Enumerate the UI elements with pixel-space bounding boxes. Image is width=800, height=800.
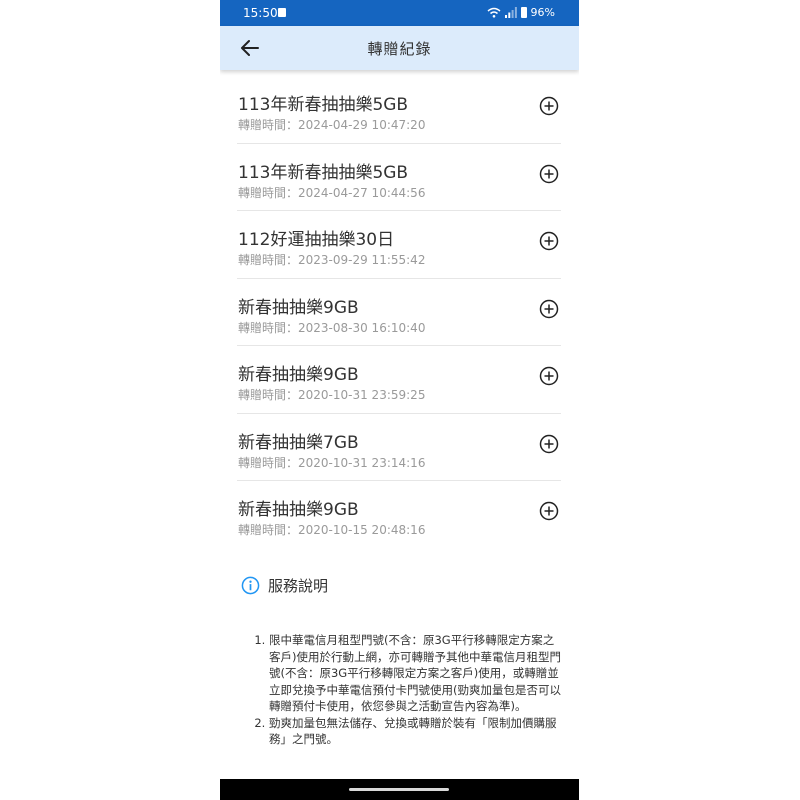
list-item[interactable]: 新春抽抽樂7GB 轉贈時間：2020-10-31 23:14:16 xyxy=(237,414,561,481)
service-notes: 限中華電信月租型門號(不含：原3G平行移轉限定方案之客戶)使用於行動上網，亦可轉… xyxy=(251,632,563,748)
app-bar: 轉贈紀錄 xyxy=(220,26,579,70)
system-nav-bar xyxy=(220,779,579,800)
service-notes-list: 限中華電信月租型門號(不含：原3G平行移轉限定方案之客戶)使用於行動上網，亦可轉… xyxy=(251,632,563,748)
list-item[interactable]: 113年新春抽抽樂5GB 轉贈時間：2024-04-29 10:47:20 xyxy=(237,76,561,144)
record-name: 新春抽抽樂9GB xyxy=(238,297,359,318)
wifi-icon xyxy=(487,7,501,18)
service-info-header: 服務說明 xyxy=(241,575,328,596)
record-name: 112好運抽抽樂30日 xyxy=(238,230,395,250)
status-time: 15:50 xyxy=(243,6,278,20)
notification-icon xyxy=(278,8,286,17)
record-name: 新春抽抽樂7GB xyxy=(238,432,359,453)
expand-plus-icon[interactable] xyxy=(539,299,559,319)
service-note-item: 勁爽加量包無法儲存、兌換或轉贈於裝有「限制加價購服務」之門號。 xyxy=(269,715,563,748)
page-title: 轉贈紀錄 xyxy=(367,40,432,58)
list-item[interactable]: 新春抽抽樂9GB 轉贈時間：2020-10-15 20:48:16 xyxy=(237,481,561,548)
list-item[interactable]: 113年新春抽抽樂5GB 轉贈時間：2024-04-27 10:44:56 xyxy=(237,144,561,211)
expand-plus-icon[interactable] xyxy=(539,366,559,386)
phone-screen: 15:50 96% 轉贈紀錄 113年新春抽抽樂5GB 轉贈時間：2024-04… xyxy=(220,0,579,800)
record-transfer-time: 轉贈時間：2020-10-31 23:59:25 xyxy=(238,388,426,402)
transfer-record-list: 113年新春抽抽樂5GB 轉贈時間：2024-04-29 10:47:20 11… xyxy=(237,76,561,548)
record-transfer-time: 轉贈時間：2024-04-29 10:47:20 xyxy=(238,118,426,132)
list-item[interactable]: 新春抽抽樂9GB 轉贈時間：2023-08-30 16:10:40 xyxy=(237,279,561,346)
signal-icon xyxy=(504,7,517,18)
record-transfer-time: 轉贈時間：2023-08-30 16:10:40 xyxy=(238,320,426,335)
battery-icon xyxy=(520,7,527,18)
record-transfer-time: 轉贈時間：2024-04-27 10:44:56 xyxy=(238,185,426,200)
expand-plus-icon[interactable] xyxy=(539,501,559,521)
service-info-title: 服務說明 xyxy=(268,577,329,595)
service-note-item: 限中華電信月租型門號(不含：原3G平行移轉限定方案之客戶)使用於行動上網，亦可轉… xyxy=(269,632,563,715)
record-transfer-time: 轉贈時間：2023-09-29 11:55:42 xyxy=(238,253,426,267)
status-bar: 15:50 96% xyxy=(220,0,579,26)
list-item[interactable]: 新春抽抽樂9GB 轉贈時間：2020-10-31 23:59:25 xyxy=(237,346,561,414)
list-item[interactable]: 112好運抽抽樂30日 轉贈時間：2023-09-29 11:55:42 xyxy=(237,211,561,279)
record-name: 新春抽抽樂9GB xyxy=(238,500,359,520)
expand-plus-icon[interactable] xyxy=(539,434,559,454)
info-icon xyxy=(241,576,260,595)
record-transfer-time: 轉贈時間：2020-10-15 20:48:16 xyxy=(238,523,426,537)
record-name: 113年新春抽抽樂5GB xyxy=(238,95,409,115)
expand-plus-icon[interactable] xyxy=(539,164,559,184)
battery-level: 96% xyxy=(530,6,555,19)
status-right: 96% xyxy=(487,6,555,19)
record-transfer-time: 轉贈時間：2020-10-31 23:14:16 xyxy=(238,455,426,470)
home-gesture-handle[interactable] xyxy=(349,788,449,791)
expand-plus-icon[interactable] xyxy=(539,96,559,116)
record-name: 新春抽抽樂9GB xyxy=(238,365,359,385)
record-name: 113年新春抽抽樂5GB xyxy=(238,162,409,183)
expand-plus-icon[interactable] xyxy=(539,231,559,251)
